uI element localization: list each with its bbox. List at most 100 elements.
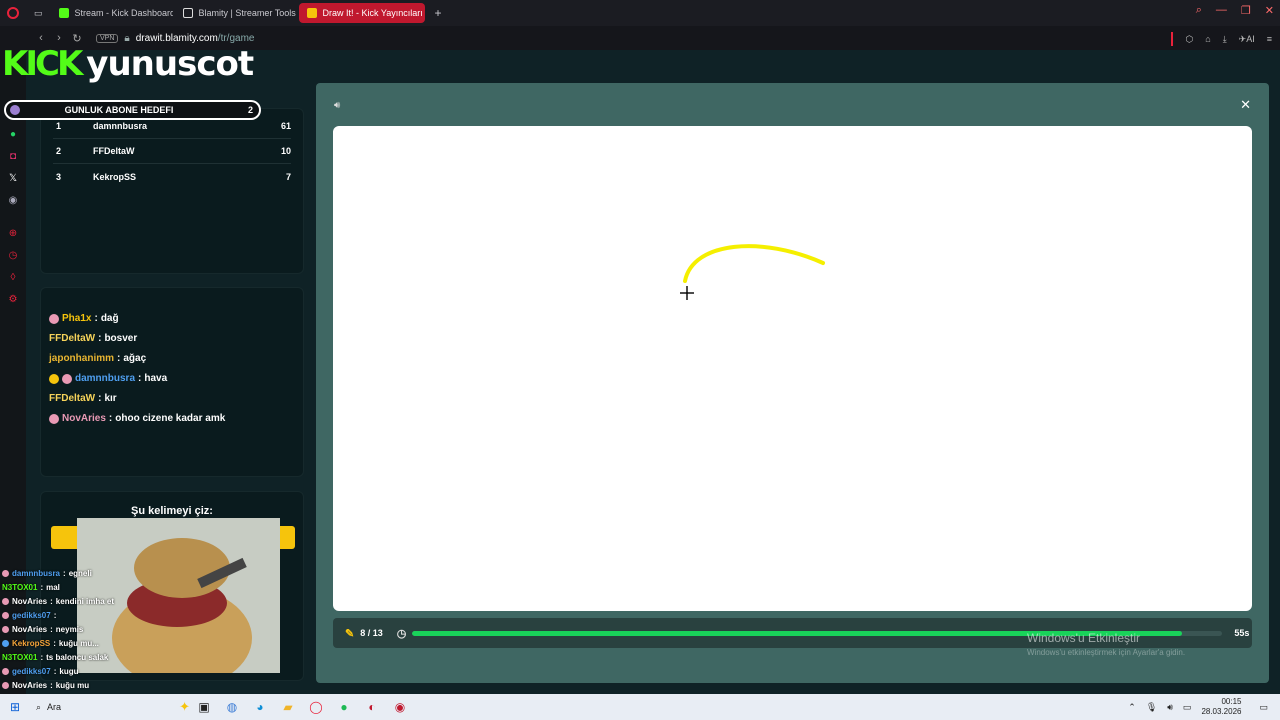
overlay-chat-line: N3TOX01: ts baloncu salak [2, 650, 302, 664]
tab-blamity[interactable]: Blamity | Streamer Tools & [175, 3, 297, 23]
streamer-name: yunuscot [86, 44, 254, 84]
download-icon[interactable]: ⤓ [1223, 34, 1227, 45]
leaderboard-row: 3 KekropSS 7 [53, 164, 291, 189]
chat-panel: Pha1x: dağ FFDeltaW: bosver japonhanimm: ağ… [40, 287, 304, 477]
chat-colon: : [40, 582, 44, 592]
task-view-icon[interactable]: ▣ [190, 696, 218, 718]
url-field[interactable]: drawit.blamity.com/tr/game [136, 33, 255, 44]
chat-text: kugu [59, 666, 79, 676]
copilot-sparkle-icon: ✦ [179, 699, 190, 714]
sound-icon[interactable]: 🔊︎ [334, 100, 340, 111]
url-host: drawit.blamity.com [135, 32, 218, 44]
add-icon[interactable]: ⊕ [7, 228, 19, 240]
vpn-badge[interactable]: VPN [96, 33, 119, 43]
close-icon[interactable]: ✕ [1240, 97, 1251, 113]
overlay-chat-line: N3TOX01: mal [2, 580, 302, 594]
chat-colon: : [63, 568, 66, 578]
rank: 1 [56, 121, 62, 131]
minimize-icon[interactable]: — [1216, 4, 1227, 17]
chat-colon: : [98, 333, 102, 344]
chat-colon: : [117, 353, 121, 364]
instagram-icon[interactable]: ◘ [7, 151, 19, 163]
mod-badge-icon [2, 639, 9, 647]
notifications-icon[interactable]: ▭ [1259, 702, 1268, 713]
taskbar-search[interactable]: ⌕ Ara ✦ [30, 699, 190, 715]
opera-taskbar-icon[interactable]: ◯ [302, 696, 330, 718]
chat-message: Pha1x: dağ [49, 313, 303, 324]
chat-text: kuğu mu [55, 680, 90, 690]
menu-icon[interactable]: ≡ [1267, 34, 1272, 44]
back-icon[interactable]: ‹ [32, 32, 50, 44]
timer-icon: ◷ [396, 627, 407, 640]
discord-icon[interactable]: ◉ [7, 195, 19, 207]
lock-icon: 🔒︎ [124, 32, 130, 44]
close-window-icon[interactable]: ✕ [1265, 4, 1274, 17]
whatsapp-icon[interactable]: ● [7, 129, 19, 141]
sub-badge-icon [2, 625, 9, 633]
chat-user: damnnbusra [75, 373, 136, 384]
sub-goal-bar: GUNLUK ABONE HEDEFI 2 [4, 100, 261, 120]
kick-favicon-icon [58, 8, 69, 18]
overlay-chat-line: NovAries: kendini imha et [2, 594, 302, 608]
round-counter: 8 / 13 [360, 628, 383, 638]
drawing-canvas[interactable] [333, 126, 1252, 611]
forward-icon[interactable]: › [50, 32, 68, 44]
tab-kick-dashboard[interactable]: Stream - Kick Dashboard [51, 3, 173, 23]
network-icon[interactable]: ▭ [1183, 702, 1192, 713]
spotify-icon[interactable]: ● [330, 696, 358, 718]
opera-logo-icon[interactable] [0, 0, 26, 26]
separator [1171, 32, 1174, 46]
chat-text: ağaç [123, 353, 147, 364]
volume-icon[interactable]: 🔊︎ [1167, 702, 1173, 713]
streaming-app-icon[interactable]: ◉ [386, 696, 414, 718]
microphone-icon[interactable]: 🎙︎ [1146, 702, 1157, 713]
chat-user: NovAries [12, 680, 48, 690]
reload-icon[interactable]: ↻ [68, 32, 86, 45]
system-tray: ⌃ 🎙︎ 🔊︎ ▭ 00:15 28.03.2026 ▭ [1128, 697, 1268, 717]
tray-chevron-icon[interactable]: ⌃ [1128, 702, 1136, 713]
workspaces-icon[interactable]: ▭ [28, 3, 49, 23]
search-icon: ⌕ [36, 701, 42, 712]
tab-label: Draw It! - Kick Yayıncıları İçi [322, 8, 425, 18]
clock-date: 28.03.2026 [1201, 707, 1242, 716]
widgets-icon[interactable]: ◍ [218, 696, 246, 718]
chat-colon: : [53, 610, 57, 620]
app-red-black-icon[interactable]: ◐ [358, 696, 386, 718]
ai-button[interactable]: ✈AI [1239, 34, 1255, 45]
sub-badge-icon [62, 373, 72, 384]
chat-text: mal [46, 582, 60, 592]
overlay-chat-line: gedikks07: kugu [2, 664, 302, 678]
gift-badge-icon [49, 373, 59, 384]
kick-logo: KICK [2, 44, 83, 84]
extensions-icon[interactable]: ⬡ [1185, 34, 1193, 45]
x-icon[interactable]: 𝕏 [7, 173, 19, 185]
taskbar-clock[interactable]: 00:15 28.03.2026 [1201, 697, 1241, 717]
maximize-icon[interactable]: ❐ [1241, 4, 1251, 17]
watermark-title: Windows'u Etkinleştir [1027, 631, 1140, 645]
sub-badge-icon [2, 597, 9, 605]
profile-icon[interactable]: ⌂ [1205, 34, 1210, 44]
overlay-chat-line: gedikks07: [2, 608, 302, 622]
sub-badge-icon [2, 681, 9, 689]
overlay-chat-line: NovAries: neymis [2, 622, 302, 636]
chat-message: NovAries: ohoo cizene kadar amk [49, 413, 303, 424]
time-left: 55s [1234, 628, 1250, 638]
file-explorer-icon[interactable]: ▰ [274, 696, 302, 718]
chat-colon: : [50, 624, 53, 634]
windows-taskbar: ⊞ ⌕ Ara ✦ ▣ ◍ ◕ ▰ ◯ ● ◐ ◉ ⌃ 🎙︎ 🔊︎ ▭ 00:1… [0, 694, 1280, 720]
history-icon[interactable]: ◷ [7, 250, 19, 262]
chat-user: Pha1x [62, 313, 92, 324]
chat-user: FFDeltaW [49, 393, 96, 404]
windows-start-icon[interactable]: ⊞ [0, 700, 30, 714]
watermark-subtitle: Windows'u etkinleştirmek için Ayarlar'a … [1027, 648, 1186, 657]
chat-message: damnnbusra: hava [49, 373, 303, 384]
tab-draw-it[interactable]: Draw It! - Kick Yayıncıları İçi [298, 3, 425, 23]
edge-icon[interactable]: ◕ [246, 696, 274, 718]
clock-time: 00:15 [1221, 697, 1242, 706]
chat-message: japonhanimm: ağaç [49, 353, 303, 364]
settings-icon[interactable]: ⚙ [7, 294, 19, 306]
chat-message: FFDeltaW: kır [49, 393, 303, 404]
search-tabs-icon[interactable]: ⌕ [1196, 4, 1202, 17]
new-tab-button[interactable]: + [427, 3, 450, 23]
pinboard-icon[interactable]: ◊ [7, 272, 19, 284]
